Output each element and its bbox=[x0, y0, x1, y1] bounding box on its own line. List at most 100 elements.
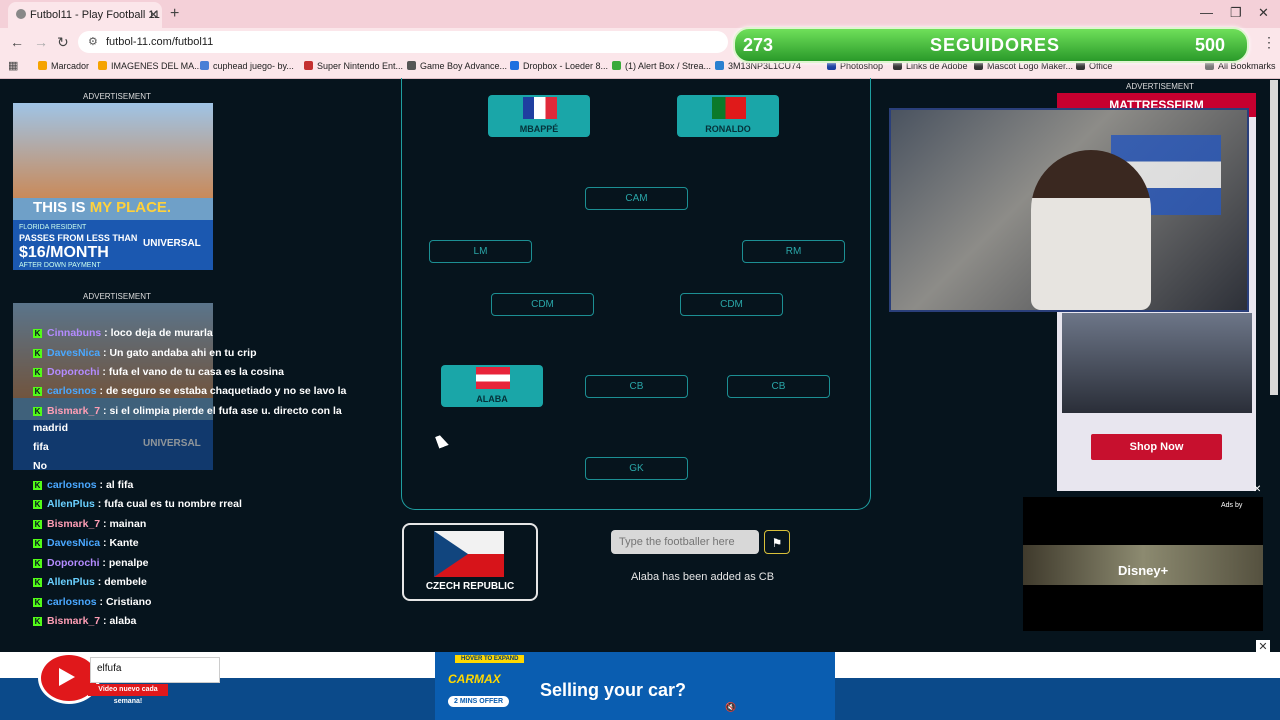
carmax-logo: CARMAX bbox=[448, 672, 501, 686]
follower-goal-overlay: 273 SEGUIDORES 500 bbox=[733, 27, 1249, 63]
new-tab-icon[interactable]: + bbox=[170, 5, 179, 23]
kick-badge-icon: K bbox=[33, 598, 42, 607]
slot-cb-right[interactable]: CB bbox=[727, 375, 830, 398]
player-card-ronaldo[interactable]: RONALDO bbox=[677, 95, 779, 137]
chat-text: si el olimpia pierde el fufa ase u. dire… bbox=[109, 405, 342, 417]
advertisement-label: ADVERTISEMENT bbox=[1126, 82, 1194, 91]
chat-username: AllenPlus bbox=[47, 576, 95, 588]
kick-badge-icon: K bbox=[33, 539, 42, 548]
webcam-streamer bbox=[1031, 150, 1151, 310]
chat-text: loco deja de murarla bbox=[110, 327, 213, 339]
bookmark-item[interactable]: Super Nintendo Ent... bbox=[304, 61, 403, 71]
chat-text: Un gato andaba ahi en tu crip bbox=[109, 347, 257, 359]
site-info-icon[interactable]: ⚙ bbox=[88, 35, 98, 48]
slot-rm[interactable]: RM bbox=[742, 240, 845, 263]
maximize-icon[interactable]: ❐ bbox=[1230, 5, 1242, 21]
back-icon[interactable]: ← bbox=[10, 34, 24, 50]
flag-button-icon[interactable]: ⚑ bbox=[764, 530, 790, 554]
ad-headline: THIS IS MY PLACE. bbox=[33, 199, 172, 216]
chat-message: K Doporochi : fufa el vano de tu casa es … bbox=[33, 366, 284, 378]
menu-icon[interactable]: ⋮ bbox=[1262, 34, 1276, 51]
kick-badge-icon: K bbox=[33, 500, 42, 509]
chat-username: Doporochi bbox=[47, 557, 100, 569]
bookmark-item[interactable]: cuphead juego- by... bbox=[200, 61, 294, 71]
kick-badge-icon: K bbox=[33, 368, 42, 377]
tab-futbol11[interactable]: Futbol11 - Play Football 11 ✕ bbox=[8, 2, 162, 28]
chat-message: madrid bbox=[33, 422, 68, 434]
player-name: ALABA bbox=[476, 394, 508, 404]
chat-username: AllenPlus bbox=[47, 498, 95, 510]
chat-message: Kcarlosnos : Cristiano bbox=[33, 596, 152, 608]
advertisement-label: ADVERTISEMENT bbox=[83, 292, 151, 301]
footballer-search-input[interactable] bbox=[611, 530, 759, 554]
bookmark-item[interactable]: Marcador bbox=[38, 61, 89, 71]
mute-icon[interactable]: 🔇 bbox=[725, 702, 736, 713]
bookmark-item[interactable]: Dropbox - Loeder 8... bbox=[510, 61, 608, 71]
flag-czech-icon bbox=[434, 531, 504, 577]
slot-cdm-left[interactable]: CDM bbox=[491, 293, 594, 316]
carmax-ad[interactable]: HOVER TO EXPAND CARMAX 2 MINS OFFER Sell… bbox=[435, 652, 835, 720]
slot-cb-center[interactable]: CB bbox=[585, 375, 688, 398]
url-text: futbol-11.com/futbol11 bbox=[106, 36, 214, 48]
chat-message: K AllenPlus : fufa cual es tu nombre rrea… bbox=[33, 498, 242, 510]
chat-username: DavesNica bbox=[47, 537, 101, 549]
flag-austria-icon bbox=[476, 367, 510, 389]
forward-icon[interactable]: → bbox=[34, 34, 48, 50]
slot-cdm-right[interactable]: CDM bbox=[680, 293, 783, 316]
scrollbar-thumb[interactable] bbox=[1270, 80, 1278, 395]
chat-text: fufa el vano de tu casa es la cosina bbox=[108, 366, 284, 378]
shop-now-button[interactable]: Shop Now bbox=[1091, 434, 1222, 460]
bookmark-item[interactable]: IMAGENES DEL MA... bbox=[98, 61, 202, 71]
chat-message: K Bismark_7 : mainan bbox=[33, 518, 147, 530]
chat-text: Cristiano bbox=[105, 596, 152, 608]
universal-ad[interactable]: THIS IS MY PLACE. FLORIDA RESIDENT PASSE… bbox=[13, 103, 213, 270]
chat-username: Doporochi bbox=[47, 366, 100, 378]
reload-icon[interactable]: ↻ bbox=[57, 34, 69, 51]
ad-after: AFTER DOWN PAYMENT bbox=[19, 262, 101, 269]
bookmark-item[interactable]: Game Boy Advance... bbox=[407, 61, 507, 71]
chat-message: K DavesNica : Un gato andaba ahi en tu cr… bbox=[33, 347, 257, 359]
chat-message: K Bismark_7 : si el olimpia pierde el fuf… bbox=[33, 405, 342, 417]
disney-video-ad[interactable]: Ads by Disney+ bbox=[1023, 497, 1263, 631]
chat-message: K Doporochi : penalpe bbox=[33, 557, 149, 569]
ad-passes: PASSES FROM LESS THAN bbox=[19, 233, 138, 243]
close-banner-icon[interactable]: ✕ bbox=[1256, 640, 1270, 654]
chat-text: de seguro se estaba chaquetiado y no se … bbox=[105, 385, 347, 397]
close-tab-icon[interactable]: ✕ bbox=[148, 7, 159, 23]
mattress-photo bbox=[1062, 313, 1252, 413]
flag-portugal-icon bbox=[712, 97, 746, 119]
ad-headline: Selling your car? bbox=[540, 680, 687, 700]
chat-message: fifa bbox=[33, 441, 49, 453]
address-bar[interactable]: ⚙ futbol-11.com/futbol11 bbox=[78, 31, 728, 53]
slot-gk[interactable]: GK bbox=[585, 457, 688, 480]
status-message: Alaba has been added as CB bbox=[630, 571, 775, 583]
ad-brand: UNIVERSAL bbox=[143, 438, 201, 449]
chat-message: Kcarlosnos : de seguro se estaba chaquet… bbox=[33, 385, 347, 397]
chat-username: Bismark_7 bbox=[47, 615, 101, 627]
close-window-icon[interactable]: ✕ bbox=[1258, 5, 1269, 21]
chat-username: Bismark_7 bbox=[47, 518, 101, 530]
chat-text: fufa cual es tu nombre rreal bbox=[104, 498, 242, 510]
follower-label: SEGUIDORES bbox=[930, 35, 1061, 55]
player-card-mbappe[interactable]: MBAPPÉ bbox=[488, 95, 590, 137]
kick-badge-icon: K bbox=[33, 349, 42, 358]
chat-username: DavesNica bbox=[47, 347, 101, 359]
player-name: RONALDO bbox=[705, 124, 751, 134]
chat-username: carlosnos bbox=[47, 479, 97, 491]
minimize-icon[interactable]: — bbox=[1200, 5, 1213, 20]
kick-badge-icon: K bbox=[33, 559, 42, 568]
kick-badge-icon: K bbox=[33, 520, 42, 529]
video-tagline: Video nuevo cada semana! bbox=[88, 684, 168, 705]
close-ad-icon[interactable]: ✕ bbox=[1253, 484, 1261, 495]
nation-card: CZECH REPUBLIC bbox=[402, 523, 538, 601]
slot-lm[interactable]: LM bbox=[429, 240, 532, 263]
slot-cam[interactable]: CAM bbox=[585, 187, 688, 210]
chat-text: mainan bbox=[109, 518, 147, 530]
chat-text: fifa bbox=[33, 441, 49, 453]
bookmark-item[interactable]: (1) Alert Box / Strea... bbox=[612, 61, 711, 71]
mins-offer-badge: 2 MINS OFFER bbox=[448, 696, 510, 707]
apps-icon[interactable]: ▦ bbox=[8, 59, 18, 72]
player-card-alaba[interactable]: ALABA bbox=[441, 365, 543, 407]
ad-brand: UNIVERSAL bbox=[143, 238, 201, 249]
ad-photo bbox=[13, 103, 213, 198]
